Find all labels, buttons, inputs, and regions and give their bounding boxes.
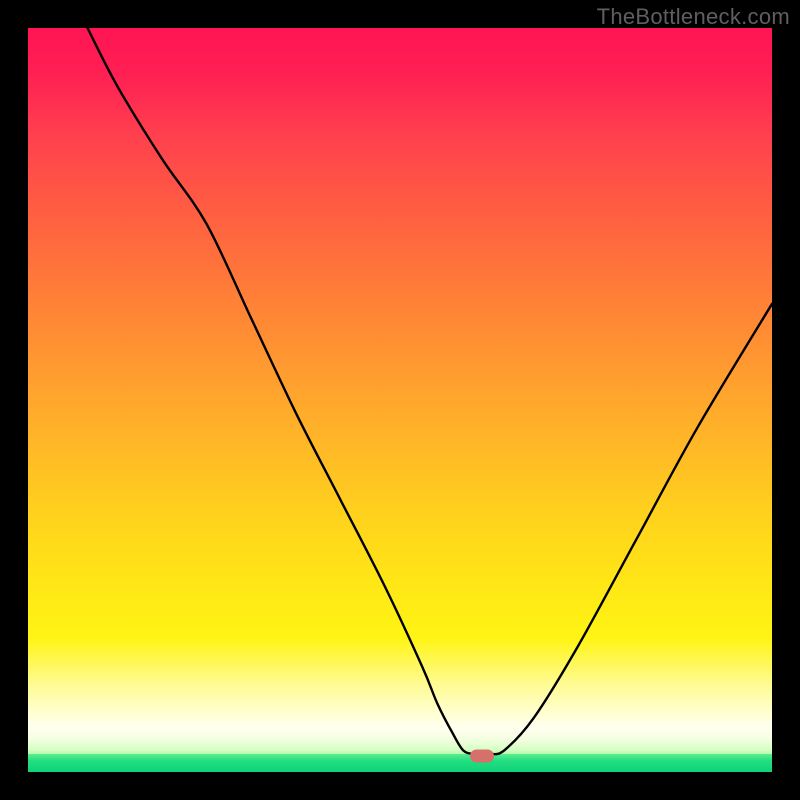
watermark-text: TheBottleneck.com [597, 4, 790, 30]
bottleneck-curve [28, 28, 772, 772]
plot-area [28, 28, 772, 772]
chart-frame: TheBottleneck.com [0, 0, 800, 800]
minimum-marker [470, 750, 494, 763]
